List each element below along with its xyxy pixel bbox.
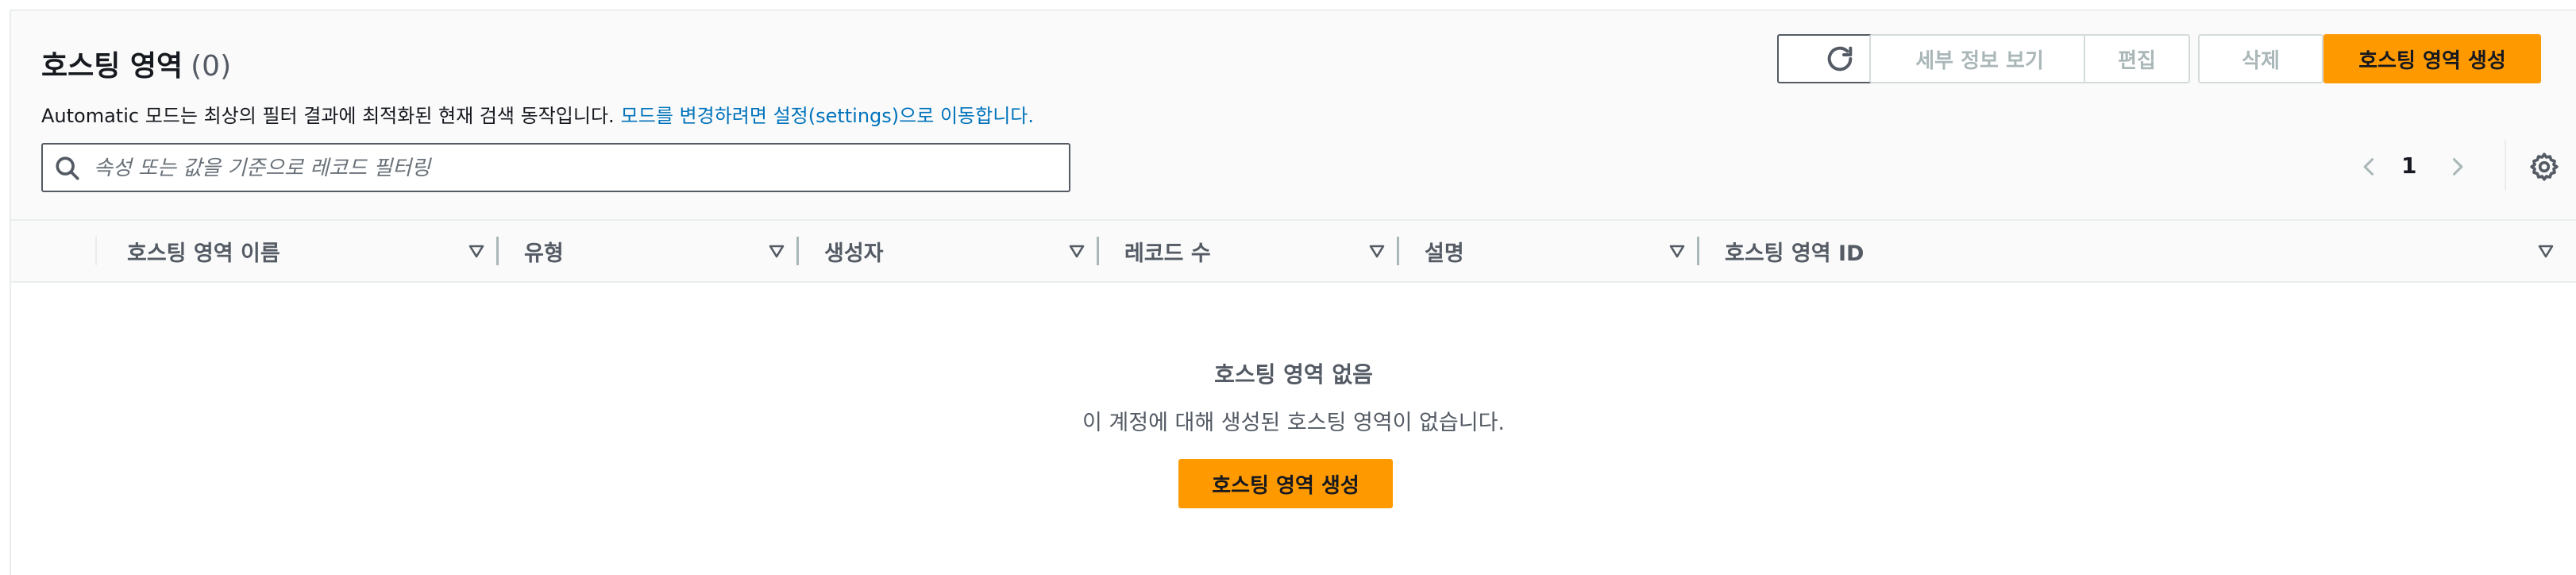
edit-button[interactable]: 편집 bbox=[2084, 34, 2190, 83]
sort-down-icon[interactable] bbox=[767, 241, 786, 260]
column-resizer[interactable] bbox=[796, 237, 799, 265]
pager-divider bbox=[2505, 140, 2506, 191]
column-label: 레코드 수 bbox=[1124, 241, 1211, 266]
column-header-type[interactable]: 유형 bbox=[524, 221, 799, 281]
column-header-hosted-zone-id[interactable]: 호스팅 영역 ID bbox=[1725, 221, 2566, 281]
column-label: 유형 bbox=[524, 241, 564, 266]
view-details-button[interactable]: 세부 정보 보기 bbox=[1869, 34, 2090, 83]
column-label: 호스팅 영역 ID bbox=[1725, 241, 1865, 266]
empty-state-title: 호스팅 영역 없음 bbox=[1214, 361, 1373, 388]
selection-column-divider bbox=[95, 237, 97, 265]
column-header-created-by[interactable]: 생성자 bbox=[824, 221, 1099, 281]
sort-down-icon[interactable] bbox=[1367, 241, 1386, 260]
column-resizer[interactable] bbox=[1397, 237, 1399, 265]
description-text: Automatic 모드는 최상의 필터 결과에 최적화된 현재 검색 동작입니… bbox=[41, 105, 615, 127]
empty-state-create-button[interactable]: 호스팅 영역 생성 bbox=[1178, 459, 1393, 508]
sort-down-icon[interactable] bbox=[2536, 241, 2555, 260]
delete-button[interactable]: 삭제 bbox=[2198, 34, 2323, 83]
chevron-right-icon bbox=[2452, 158, 2463, 176]
sort-down-icon[interactable] bbox=[467, 241, 486, 260]
column-resizer[interactable] bbox=[496, 237, 499, 265]
sort-down-icon[interactable] bbox=[1067, 241, 1086, 260]
settings-link[interactable]: 모드를 변경하려면 설정(settings)으로 이동합니다. bbox=[621, 105, 1034, 127]
filter-input[interactable] bbox=[92, 145, 1061, 192]
current-page-number[interactable]: 1 bbox=[2401, 152, 2416, 179]
search-mode-description: Automatic 모드는 최상의 필터 결과에 최적화된 현재 검색 동작입니… bbox=[41, 100, 1034, 128]
column-header-record-count[interactable]: 레코드 수 bbox=[1124, 221, 1399, 281]
column-resizer[interactable] bbox=[1697, 237, 1699, 265]
column-label: 생성자 bbox=[824, 241, 884, 266]
column-header-name[interactable]: 호스팅 영역 이름 bbox=[127, 221, 499, 281]
create-hosted-zone-button[interactable]: 호스팅 영역 생성 bbox=[2323, 34, 2541, 83]
previous-page-button[interactable] bbox=[2354, 151, 2385, 183]
table-header: 호스팅 영역 이름 유형 생성자 레코드 수 설명 호스팅 영역 ID bbox=[11, 221, 2576, 283]
refresh-icon bbox=[1827, 46, 1853, 71]
page-title: 호스팅 영역 (0) bbox=[41, 43, 231, 84]
search-icon bbox=[56, 156, 79, 180]
sort-down-icon[interactable] bbox=[1668, 241, 1687, 260]
zone-count: (0) bbox=[191, 50, 232, 83]
filter-search-box[interactable] bbox=[41, 143, 1070, 192]
page-title-text: 호스팅 영역 bbox=[41, 50, 183, 83]
hosted-zones-panel: 호스팅 영역 (0) Automatic 모드는 최상의 필터 결과에 최적화된 … bbox=[10, 10, 2576, 575]
column-label: 설명 bbox=[1425, 241, 1464, 266]
column-resizer[interactable] bbox=[1097, 237, 1099, 265]
empty-state-description: 이 계정에 대해 생성된 호스팅 영역이 없습니다. bbox=[1082, 411, 1506, 435]
panel-header: 호스팅 영역 (0) Automatic 모드는 최상의 필터 결과에 최적화된 … bbox=[11, 11, 2576, 221]
next-page-button[interactable] bbox=[2441, 151, 2473, 183]
gear-icon[interactable] bbox=[2528, 151, 2560, 183]
chevron-left-icon bbox=[2363, 158, 2374, 176]
column-label: 호스팅 영역 이름 bbox=[127, 241, 280, 266]
column-header-description[interactable]: 설명 bbox=[1425, 221, 1699, 281]
